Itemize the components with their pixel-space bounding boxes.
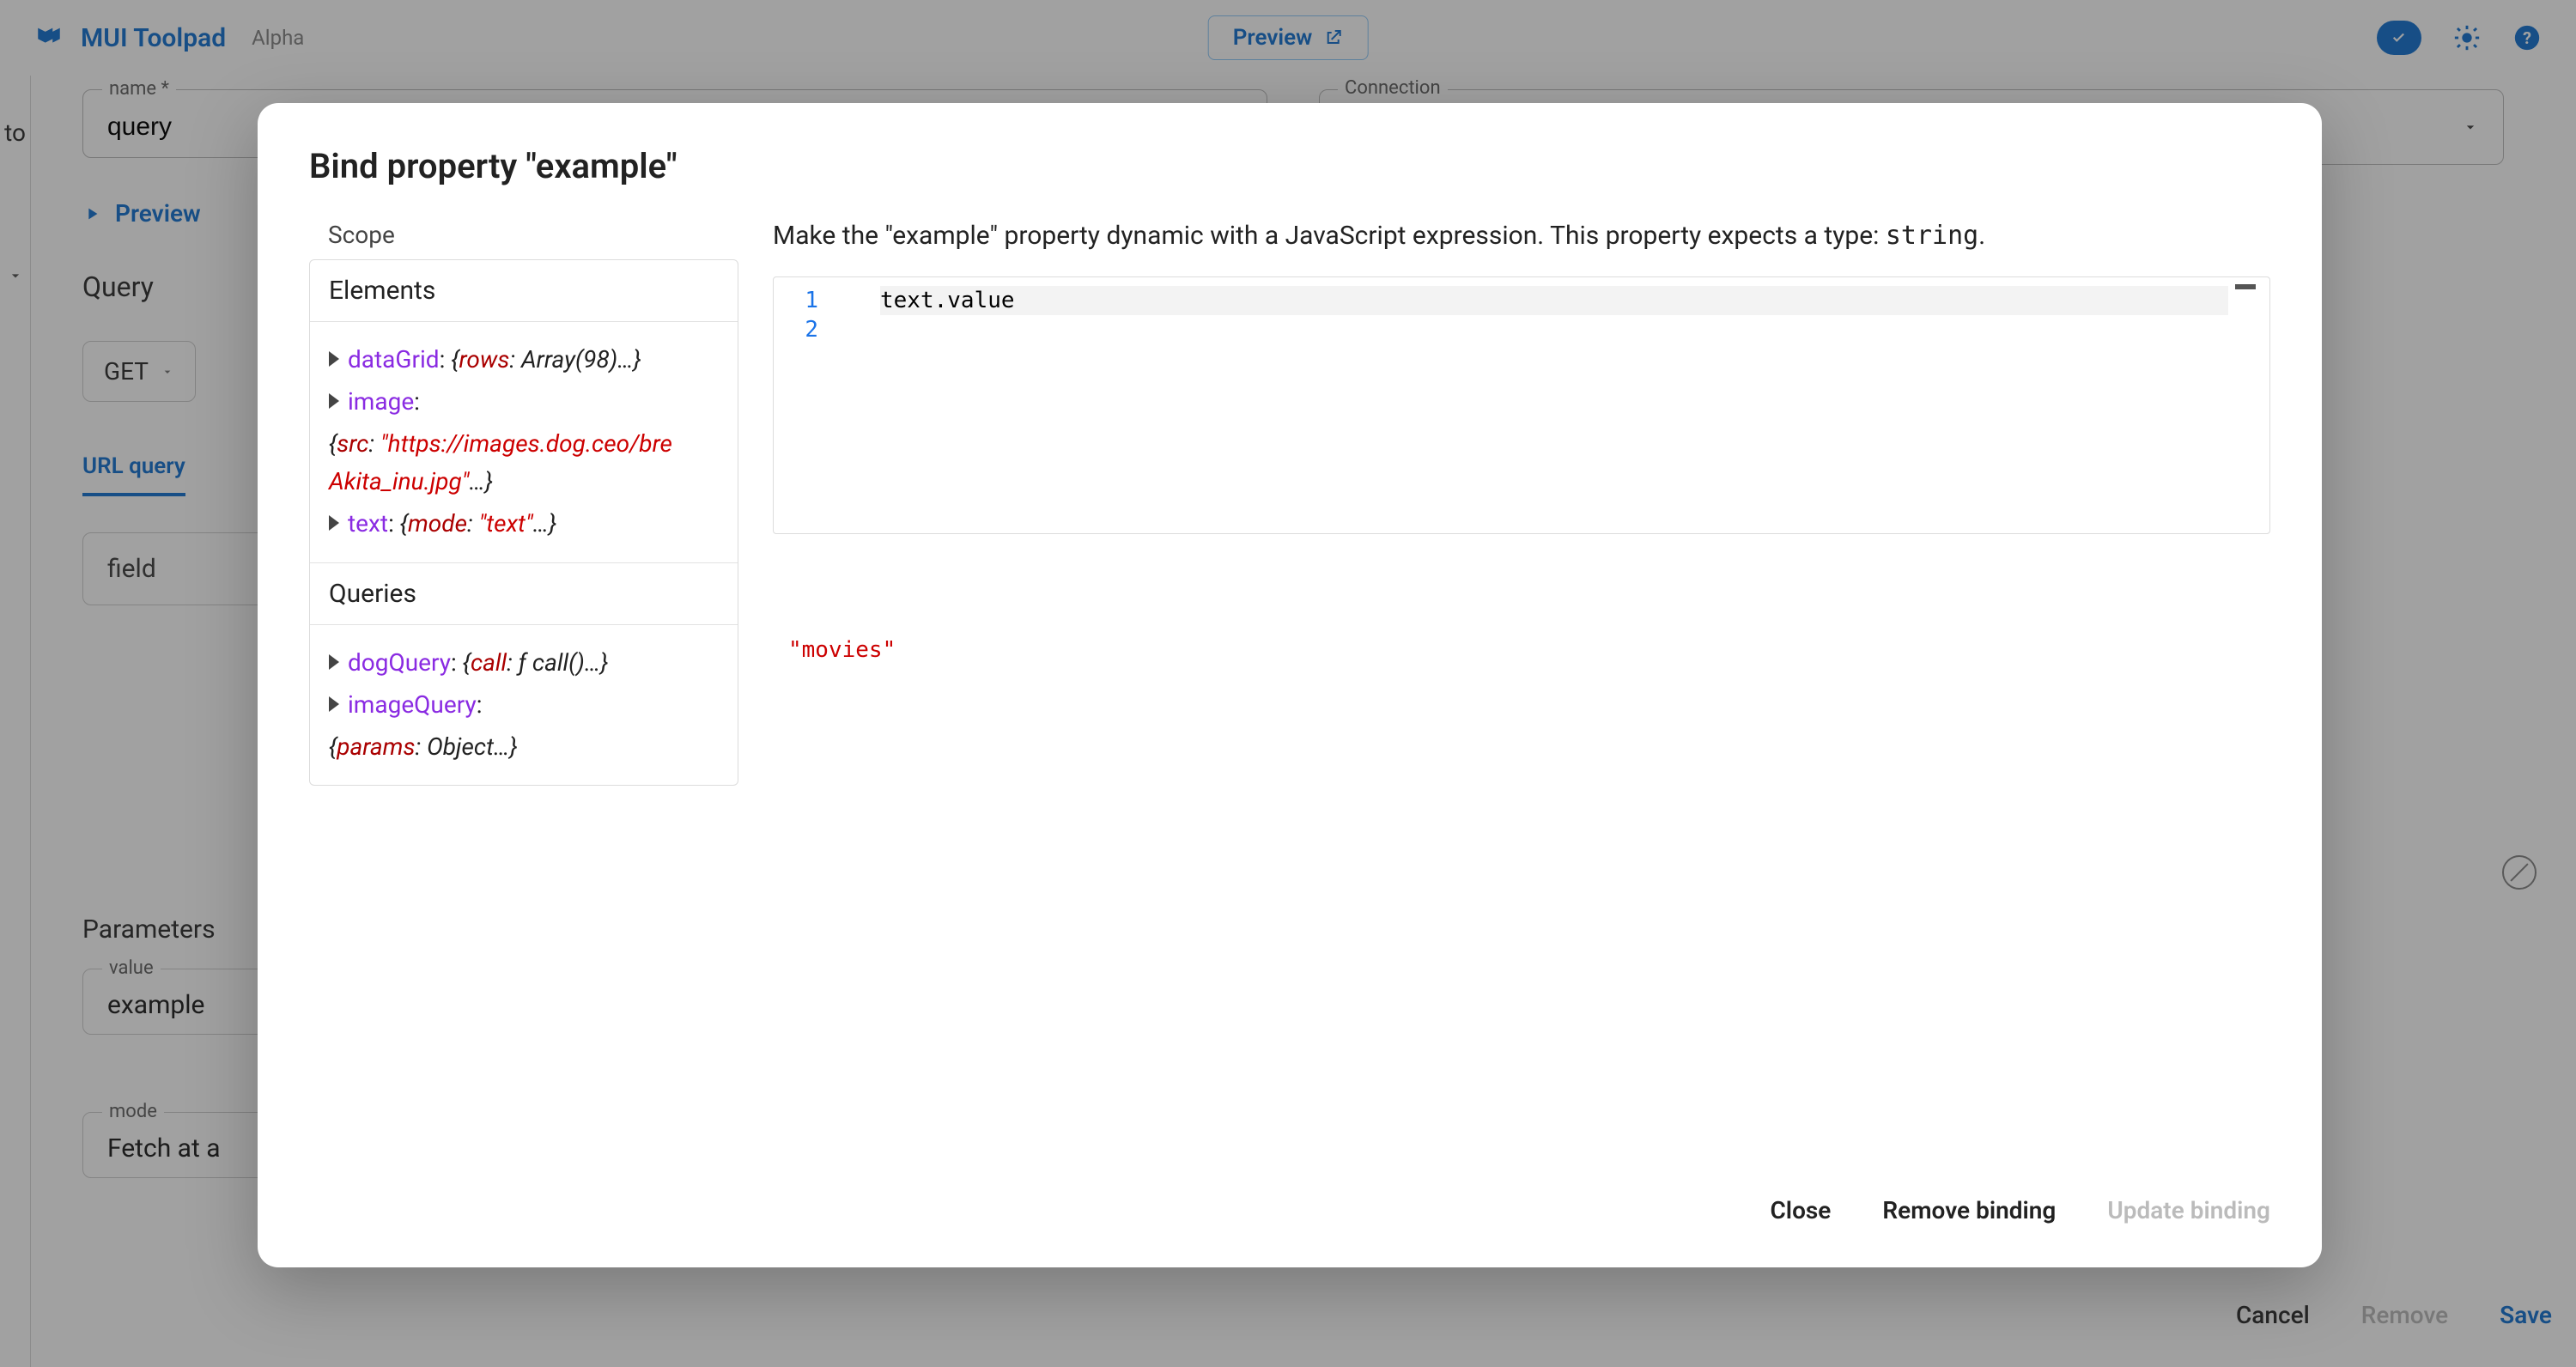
bind-property-dialog: Bind property "example" Scope Elements d… <box>258 103 2322 1267</box>
elements-heading: Elements <box>310 260 738 322</box>
editor-minimap-icon <box>2235 284 2256 289</box>
scope-item-dataGrid[interactable]: dataGrid: {rows: Array(98)…} <box>329 341 719 380</box>
editor-gutter: 1 2 <box>774 277 829 533</box>
scope-item-dogQuery[interactable]: dogQuery: {call: ƒ call()…} <box>329 644 719 683</box>
elements-body: dataGrid: {rows: Array(98)…} image: {src… <box>310 322 738 563</box>
queries-body: dogQuery: {call: ƒ call()…} imageQuery: … <box>310 625 738 785</box>
scope-item-image[interactable]: image: <box>329 383 719 422</box>
update-binding-button: Update binding <box>2107 1196 2270 1224</box>
scope-item-text[interactable]: text: {mode: "text"…} <box>329 505 719 544</box>
remove-binding-button[interactable]: Remove binding <box>1882 1196 2056 1224</box>
queries-heading: Queries <box>310 563 738 625</box>
expand-icon[interactable] <box>329 351 339 367</box>
scope-label: Scope <box>328 221 738 249</box>
scope-item-image-detail: {src: "https://images.dog.ceo/bre Akita_… <box>329 425 719 502</box>
expression-editor[interactable]: 1 2 text.value <box>773 276 2270 534</box>
expand-icon[interactable] <box>329 654 339 670</box>
code-line-1: text.value <box>880 286 2228 315</box>
dialog-title: Bind property "example" <box>309 146 2270 186</box>
scope-panel: Elements dataGrid: {rows: Array(98)…} im… <box>309 259 738 786</box>
editor-content[interactable]: text.value <box>829 277 2269 533</box>
expand-icon[interactable] <box>329 696 339 712</box>
expand-icon[interactable] <box>329 515 339 531</box>
expression-result: "movies" <box>773 637 2270 663</box>
scope-item-imageQuery[interactable]: imageQuery: <box>329 686 719 725</box>
scope-item-imageQuery-detail: {params: Object…} <box>329 728 719 767</box>
expand-icon[interactable] <box>329 393 339 409</box>
close-button[interactable]: Close <box>1770 1196 1831 1224</box>
editor-description: Make the "example" property dynamic with… <box>773 221 2270 251</box>
code-line-2 <box>880 315 2228 344</box>
